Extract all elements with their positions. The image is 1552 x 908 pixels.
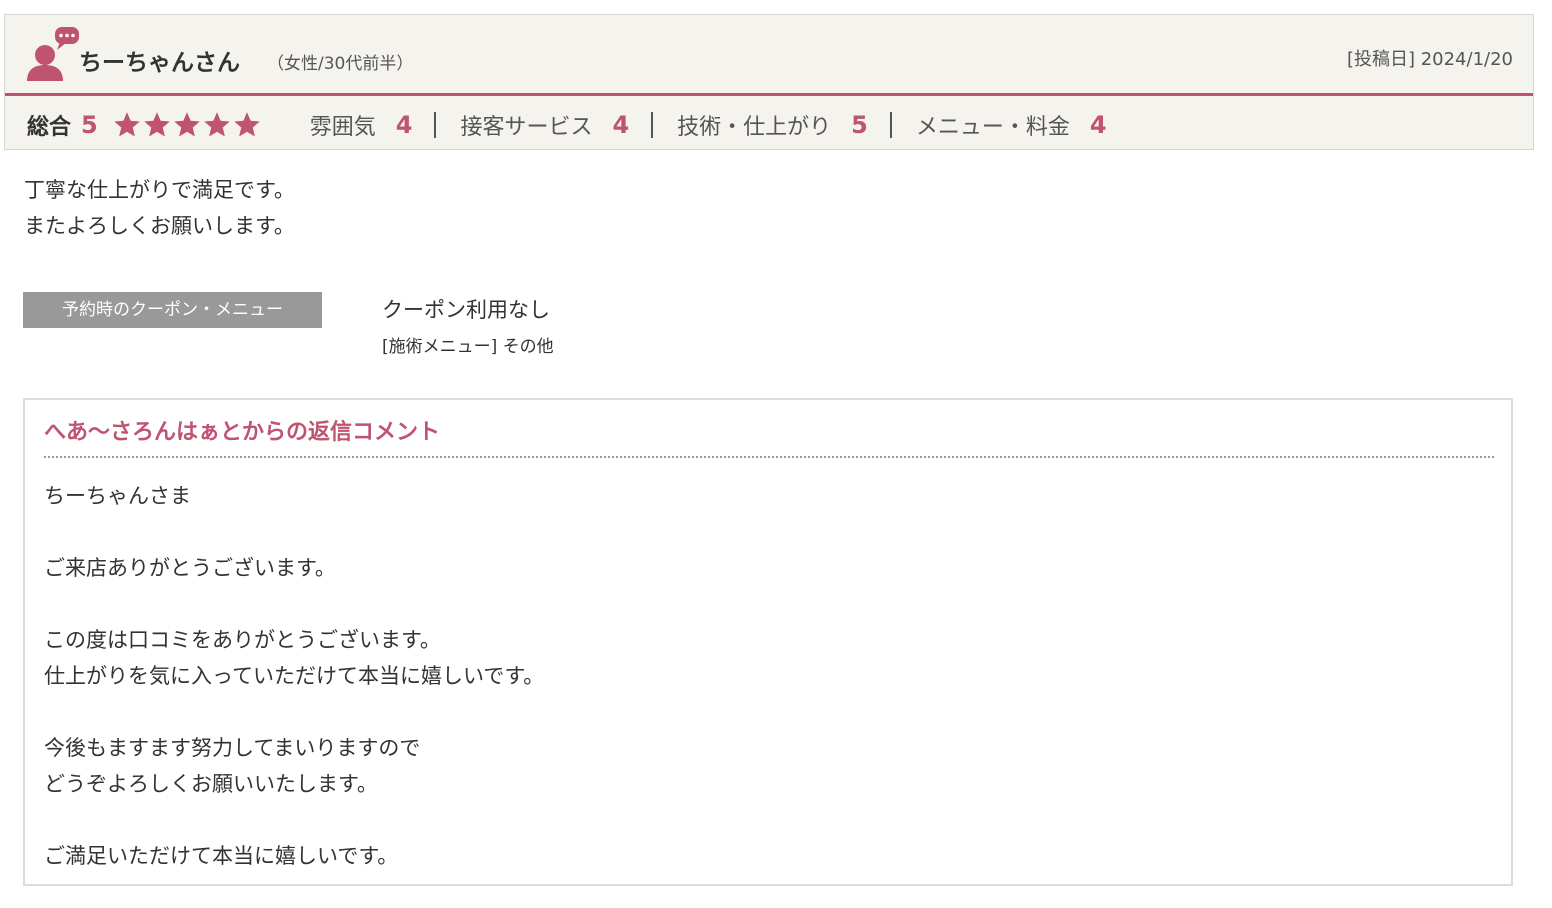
rating-category-label: 雰囲気	[309, 115, 376, 140]
reply-line: どうぞよろしくお願いいたします。	[44, 772, 378, 796]
rating-category-technique: 技術・仕上がり 5	[677, 109, 868, 141]
rating-separator	[434, 112, 437, 138]
bubble-dot	[71, 33, 75, 38]
reply-gap	[44, 586, 544, 622]
bubble-dot	[59, 33, 63, 38]
overall-score: 5	[81, 111, 98, 139]
rating-category-menu-price: メニュー・料金 4	[916, 109, 1107, 141]
reviewer-meta: （女性/30代前半）	[267, 54, 414, 74]
star-shape	[203, 112, 230, 137]
star-icon	[203, 112, 230, 137]
reply-line: 仕上がりを気に入っていただけて本当に嬉しいです。	[44, 664, 545, 688]
rating-category-score: 4	[1089, 111, 1107, 139]
user-comment-icon	[27, 27, 79, 81]
review-text: 丁寧な仕上がりで満足です。 またよろしくお願いします。	[24, 172, 295, 244]
header-divider	[5, 93, 1533, 96]
rating-row: 総合 5 雰囲気 4 接客サービス 4 技術・仕上がり 5 メニュー・料金 4	[27, 109, 1107, 141]
rating-category-atmosphere: 雰囲気 4	[310, 109, 413, 141]
star-icon	[173, 112, 200, 137]
reply-text: ちーちゃんさまご来店ありがとうございます。この度は口コミをありがとうございます。…	[44, 478, 544, 874]
rating-category-score: 4	[395, 111, 413, 139]
reply-gap	[44, 694, 544, 730]
star-shape	[113, 112, 140, 137]
rating-category-service: 接客サービス 4	[460, 109, 629, 141]
reply-box: へあ〜さろんはぁとからの返信コメント ちーちゃんさまご来店ありがとうございます。…	[23, 398, 1513, 886]
star-shape	[233, 112, 260, 137]
rating-separator	[889, 112, 892, 138]
star-icon	[233, 112, 260, 137]
rating-category-score: 5	[851, 111, 868, 139]
speech-bubble-tail	[57, 42, 66, 50]
star-shape	[173, 112, 200, 137]
rating-category-label: 技術・仕上がり	[677, 115, 832, 140]
rating-category-label: メニュー・料金	[915, 115, 1070, 140]
star-rating	[112, 110, 262, 140]
coupon-tag: 予約時のクーポン・メニュー	[23, 292, 322, 328]
reply-gap	[44, 802, 544, 838]
reply-gap	[44, 514, 544, 550]
reply-line: ちーちゃんさま	[44, 484, 191, 508]
review-header: ちーちゃんさん （女性/30代前半） [投稿日] 2024/1/20 総合 5 …	[4, 14, 1534, 150]
review-line: またよろしくお願いします。	[24, 214, 295, 238]
rating-separator	[651, 112, 654, 138]
star-shape	[143, 112, 170, 137]
rating-category-score: 4	[612, 111, 630, 139]
reply-title: へあ〜さろんはぁとからの返信コメント	[44, 420, 441, 445]
avatar-body	[27, 65, 63, 81]
coupon-value: クーポン利用なし	[382, 298, 550, 322]
bubble-dot	[65, 33, 69, 38]
post-date: [投稿日] 2024/1/20	[1346, 49, 1513, 70]
reviewer-name[interactable]: ちーちゃんさん	[79, 43, 240, 77]
coupon-menu: [施術メニュー] その他	[382, 337, 554, 357]
reply-line: ご満足いただけて本当に嬉しいです。	[44, 844, 399, 868]
reply-divider	[44, 456, 1494, 458]
star-icon	[143, 112, 170, 137]
reply-line: 今後もますます努力してまいりますので	[44, 736, 421, 760]
star-icon	[113, 112, 140, 137]
avatar-head	[35, 45, 55, 65]
reply-line: この度は口コミをありがとうございます。	[44, 628, 441, 652]
overall-label: 総合	[27, 115, 72, 140]
rating-category-label: 接客サービス	[460, 115, 593, 140]
reviewer-row: ちーちゃんさん （女性/30代前半） [投稿日] 2024/1/20	[5, 15, 1533, 94]
reply-line: ご来店ありがとうございます。	[44, 556, 336, 580]
review-line: 丁寧な仕上がりで満足です。	[24, 178, 295, 202]
